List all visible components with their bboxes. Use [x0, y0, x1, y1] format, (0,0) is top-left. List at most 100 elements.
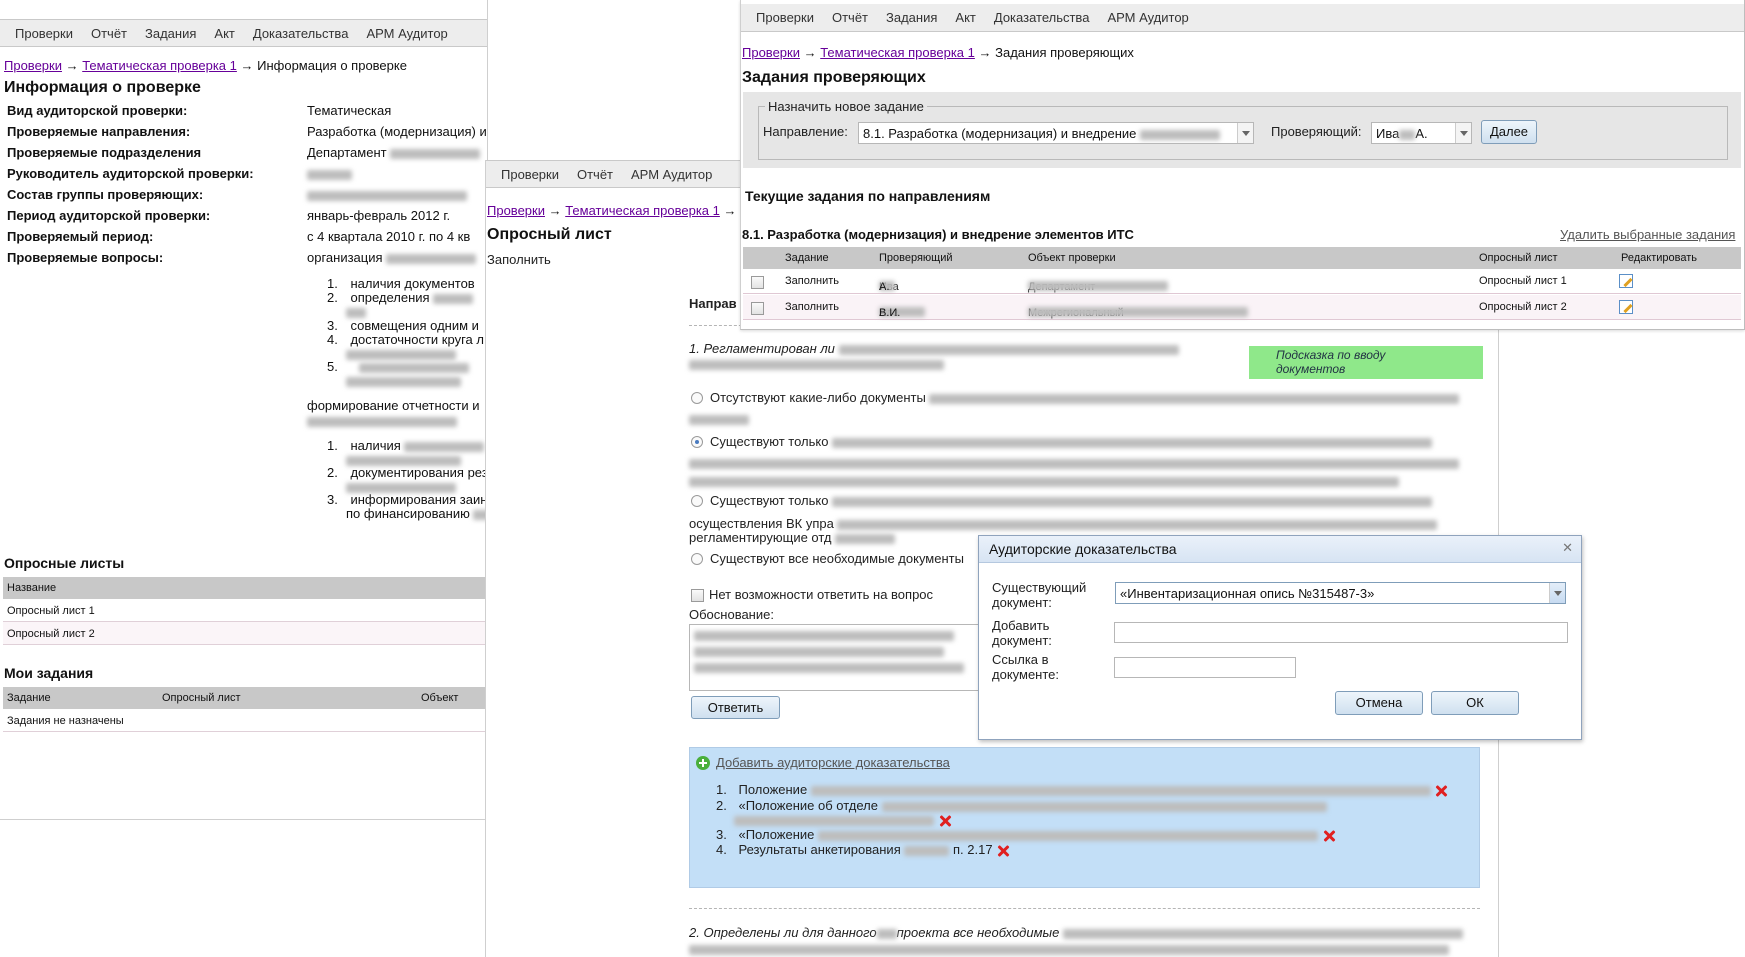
answer-radio-1[interactable] — [691, 392, 703, 404]
delete-selected-link[interactable]: Удалить выбранные задания — [1560, 227, 1735, 242]
add-icon[interactable] — [696, 756, 710, 770]
questionnaire-name[interactable]: Опросный лист 1 — [7, 605, 95, 617]
delete-icon[interactable] — [938, 814, 952, 828]
cancel-button[interactable]: Отмена — [1335, 691, 1423, 715]
column-header: Редактировать — [1621, 252, 1697, 264]
list-item — [346, 373, 461, 388]
direction-select[interactable]: 8.1. Разработка (модернизация) и внедрен… — [858, 122, 1254, 144]
evidence-item: 3. «Положение — [716, 827, 1336, 843]
breadcrumb: Проверки → Тематическая проверка 1 → — [487, 203, 737, 218]
next-button[interactable]: Далее — [1481, 120, 1537, 144]
inspector-label: Проверяющий: — [1271, 124, 1362, 139]
add-evidence-link[interactable]: Добавить аудиторские доказательства — [716, 755, 950, 770]
chevron-down-icon[interactable] — [1549, 583, 1565, 603]
menu-item-arm-auditor[interactable]: АРМ Аудитор — [1107, 10, 1188, 25]
list-item: 1. наличия — [327, 438, 485, 453]
menu-item-report[interactable]: Отчёт — [91, 26, 127, 41]
delete-icon[interactable] — [1434, 784, 1448, 798]
inspector-select[interactable]: Ива А. — [1371, 122, 1472, 144]
info-label: Проверяемые вопросы: — [7, 250, 164, 265]
info-value — [307, 187, 467, 202]
breadcrumb-checks-link[interactable]: Проверки — [742, 45, 800, 60]
task-cell: Заполнить — [785, 301, 840, 313]
breadcrumb-checks-link[interactable]: Проверки — [4, 58, 62, 73]
table-row[interactable]: Заполнить АлеВ.И. Межрегиональный Опросн… — [743, 295, 1741, 320]
no-answer-checkbox[interactable] — [691, 589, 704, 602]
existing-doc-select[interactable]: «Инвентаризационная опись №315487-3» — [1115, 582, 1566, 604]
breadcrumb-inspection-link[interactable]: Тематическая проверка 1 — [565, 203, 720, 218]
table-row[interactable]: Заполнить ИваА. Департамент Опросный лис… — [743, 269, 1741, 294]
column-header: Задание — [7, 692, 51, 704]
menu-item-checks[interactable]: Проверки — [501, 167, 559, 182]
answer-option-3[interactable]: Существуют только — [710, 493, 1433, 508]
breadcrumb-checks-link[interactable]: Проверки — [487, 203, 545, 218]
task-cell: Заполнить — [785, 275, 840, 287]
divider — [689, 908, 1480, 909]
chevron-down-icon[interactable] — [1455, 123, 1471, 143]
menu-item-arm-auditor[interactable]: АРМ Аудитор — [366, 26, 447, 41]
delete-icon[interactable] — [1322, 829, 1336, 843]
menu-item-act[interactable]: Акт — [214, 26, 234, 41]
direction-heading: Направ — [689, 296, 737, 311]
edit-icon[interactable] — [1619, 300, 1633, 314]
answer-option-1[interactable]: Отсутствуют какие-либо документы — [710, 390, 1460, 405]
info-value: с 4 квартала 2010 г. по 4 кв — [307, 229, 471, 244]
answer-option-1-cont — [689, 411, 749, 426]
answer-radio-4[interactable] — [691, 553, 703, 565]
breadcrumb-current: Задания проверяющих — [995, 45, 1134, 60]
edit-icon[interactable] — [1619, 274, 1633, 288]
close-icon[interactable]: ✕ — [1562, 540, 1573, 556]
info-value: Департамент — [307, 145, 481, 160]
breadcrumb-inspection-link[interactable]: Тематическая проверка 1 — [82, 58, 237, 73]
menu-item-evidence[interactable]: Доказательства — [994, 10, 1090, 25]
table-row[interactable]: Опросный лист 1 — [3, 599, 487, 622]
inspector-tasks-window: Проверки Отчёт Задания Акт Доказательств… — [740, 0, 1745, 330]
table-row: Задания не назначены — [3, 709, 487, 732]
delete-icon[interactable] — [996, 844, 1010, 858]
menu-item-checks[interactable]: Проверки — [15, 26, 73, 41]
inspection-info-window: Проверки Отчёт Задания Акт Доказательств… — [0, 0, 488, 820]
column-header: Задание — [785, 252, 829, 264]
menu-item-tasks[interactable]: Задания — [145, 26, 196, 41]
answer-radio-2[interactable] — [691, 436, 703, 448]
info-value: организация — [307, 250, 477, 265]
menu-item-arm-auditor[interactable]: АРМ Аудитор — [631, 167, 712, 182]
page-title: Опросный лист — [487, 226, 612, 243]
page-subtitle: Заполнить — [487, 252, 551, 267]
table-row[interactable]: Опросный лист 2 — [3, 622, 487, 645]
dialog-title: Аудиторские доказательства — [989, 541, 1177, 557]
menu-item-act[interactable]: Акт — [955, 10, 975, 25]
add-doc-label: Добавить документ: — [992, 618, 1052, 648]
menu-item-checks[interactable]: Проверки — [756, 10, 814, 25]
menu-item-evidence[interactable]: Доказательства — [253, 26, 349, 41]
question-2: 2. Определены ли для данного проекта все … — [689, 925, 1463, 940]
input-hint[interactable]: Подсказка по вводу документов — [1249, 346, 1483, 379]
menu-item-report[interactable]: Отчёт — [832, 10, 868, 25]
fieldset-legend: Назначить новое задание — [765, 99, 927, 114]
my-tasks-title: Мои задания — [4, 665, 94, 681]
current-tasks-title: Текущие задания по направлениям — [745, 188, 991, 204]
evidence-item-cont — [734, 812, 952, 828]
breadcrumb-current: Информация о проверке — [257, 58, 407, 73]
answer-radio-3[interactable] — [691, 495, 703, 507]
row-checkbox[interactable] — [751, 276, 764, 289]
new-task-fieldset: Назначить новое задание Направление: 8.1… — [743, 92, 1741, 168]
menu-item-report[interactable]: Отчёт — [577, 167, 613, 182]
chevron-down-icon[interactable] — [1237, 123, 1253, 143]
answer-option-2[interactable]: Существуют только — [710, 434, 1433, 449]
info-label: Проверяемые направления: — [7, 124, 191, 139]
answer-button[interactable]: Ответить — [691, 696, 780, 719]
menu-item-tasks[interactable]: Задания — [886, 10, 937, 25]
breadcrumb-inspection-link[interactable]: Тематическая проверка 1 — [820, 45, 975, 60]
ok-button[interactable]: ОК — [1431, 691, 1519, 715]
justification-textarea[interactable] — [689, 624, 979, 691]
answer-option-4[interactable]: Существуют все необходимые документы — [710, 551, 964, 566]
add-doc-input[interactable] — [1114, 622, 1568, 643]
empty-tasks-message: Задания не назначены — [7, 715, 124, 727]
column-header: Объект — [421, 692, 459, 704]
row-checkbox[interactable] — [751, 302, 764, 315]
questionnaire-name[interactable]: Опросный лист 2 — [7, 628, 95, 640]
column-header: Опросный лист — [1479, 252, 1558, 264]
list-item: 2. документирования рез — [327, 465, 488, 480]
doc-link-input[interactable] — [1114, 657, 1296, 678]
